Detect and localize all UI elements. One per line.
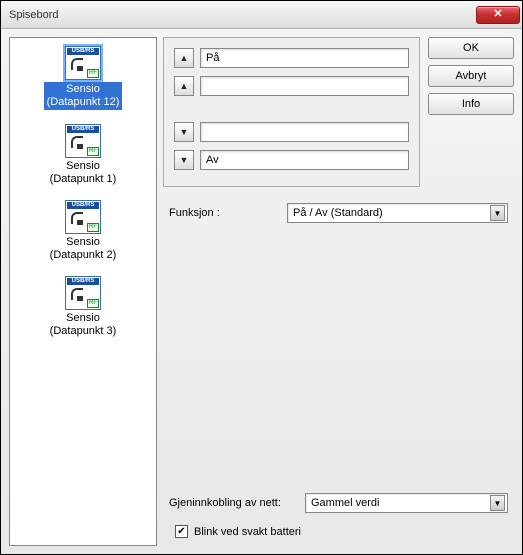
device-icon: USB/RS RF bbox=[65, 46, 101, 80]
blink-row: ✔ Blink ved svakt batteri bbox=[169, 521, 508, 542]
function-value: På / Av (Standard) bbox=[293, 207, 383, 219]
device-icon: USB/RS RF bbox=[65, 276, 101, 310]
jump-top-button[interactable]: ▲ bbox=[174, 48, 194, 68]
info-button[interactable]: Info bbox=[428, 93, 514, 115]
function-label: Funksjon : bbox=[169, 207, 279, 219]
dialog-body: USB/RS RF Sensio (Datapunkt 12) USB/RS R… bbox=[1, 29, 522, 554]
reconnect-select[interactable]: Gammel verdi ▼ bbox=[305, 493, 508, 513]
step-down-button[interactable]: ▼ bbox=[174, 122, 194, 142]
title-bar: Spisebord ✕ bbox=[1, 1, 522, 29]
chevron-down-icon: ▼ bbox=[180, 127, 189, 137]
device-list: USB/RS RF Sensio (Datapunkt 12) USB/RS R… bbox=[9, 37, 157, 546]
config-row-down: ▼ bbox=[174, 122, 409, 142]
reconnect-value: Gammel verdi bbox=[311, 497, 379, 509]
device-item[interactable]: USB/RS RF Sensio (Datapunkt 3) bbox=[14, 274, 152, 340]
device-label: Sensio (Datapunkt 1) bbox=[50, 160, 117, 185]
dropdown-arrow-icon: ▼ bbox=[490, 205, 505, 221]
close-icon: ✕ bbox=[493, 8, 502, 20]
cancel-button[interactable]: Avbryt bbox=[428, 65, 514, 87]
device-icon: USB/RS RF bbox=[65, 124, 101, 158]
config-row-top: ▲ bbox=[174, 48, 409, 68]
device-label: Sensio (Datapunkt 12) bbox=[44, 82, 123, 110]
window-title: Spisebord bbox=[9, 9, 476, 21]
form-area: Funksjon : På / Av (Standard) ▼ Gjeninnk… bbox=[163, 193, 514, 546]
ok-button[interactable]: OK bbox=[428, 37, 514, 59]
dialog-buttons: OK Avbryt Info bbox=[428, 37, 514, 187]
chevron-bar-down-icon: ▼ bbox=[180, 155, 189, 165]
blink-label: Blink ved svakt batteri bbox=[194, 526, 301, 538]
settings-column: ▲ ▲ ▼ bbox=[163, 37, 514, 546]
reconnect-label: Gjeninnkobling av nett: bbox=[169, 497, 297, 509]
jump-bottom-button[interactable]: ▼ bbox=[174, 150, 194, 170]
chevron-bar-up-icon: ▲ bbox=[180, 53, 189, 63]
device-label: Sensio (Datapunkt 2) bbox=[50, 236, 117, 261]
device-item[interactable]: USB/RS RF Sensio (Datapunkt 1) bbox=[14, 122, 152, 188]
close-button[interactable]: ✕ bbox=[476, 6, 520, 24]
action-input-2[interactable] bbox=[200, 76, 409, 96]
reconnect-row: Gjeninnkobling av nett: Gammel verdi ▼ bbox=[169, 493, 508, 513]
dropdown-arrow-icon: ▼ bbox=[490, 495, 505, 511]
check-icon: ✔ bbox=[177, 527, 185, 537]
device-item[interactable]: USB/RS RF Sensio (Datapunkt 2) bbox=[14, 198, 152, 264]
step-up-button[interactable]: ▲ bbox=[174, 76, 194, 96]
action-config-box: ▲ ▲ ▼ bbox=[163, 37, 420, 187]
function-select[interactable]: På / Av (Standard) ▼ bbox=[287, 203, 508, 223]
chevron-up-icon: ▲ bbox=[180, 81, 189, 91]
action-input-1[interactable] bbox=[200, 48, 409, 68]
top-row: ▲ ▲ ▼ bbox=[163, 37, 514, 187]
blink-checkbox[interactable]: ✔ bbox=[175, 525, 188, 538]
config-row-bottom: ▼ bbox=[174, 150, 409, 170]
dialog-window: Spisebord ✕ USB/RS RF Sensio (Datapunkt … bbox=[0, 0, 523, 555]
device-item[interactable]: USB/RS RF Sensio (Datapunkt 12) bbox=[14, 44, 152, 112]
action-input-3[interactable] bbox=[200, 122, 409, 142]
action-input-4[interactable] bbox=[200, 150, 409, 170]
device-icon: USB/RS RF bbox=[65, 200, 101, 234]
function-row: Funksjon : På / Av (Standard) ▼ bbox=[169, 203, 508, 223]
config-row-up: ▲ bbox=[174, 76, 409, 96]
device-label: Sensio (Datapunkt 3) bbox=[50, 312, 117, 337]
